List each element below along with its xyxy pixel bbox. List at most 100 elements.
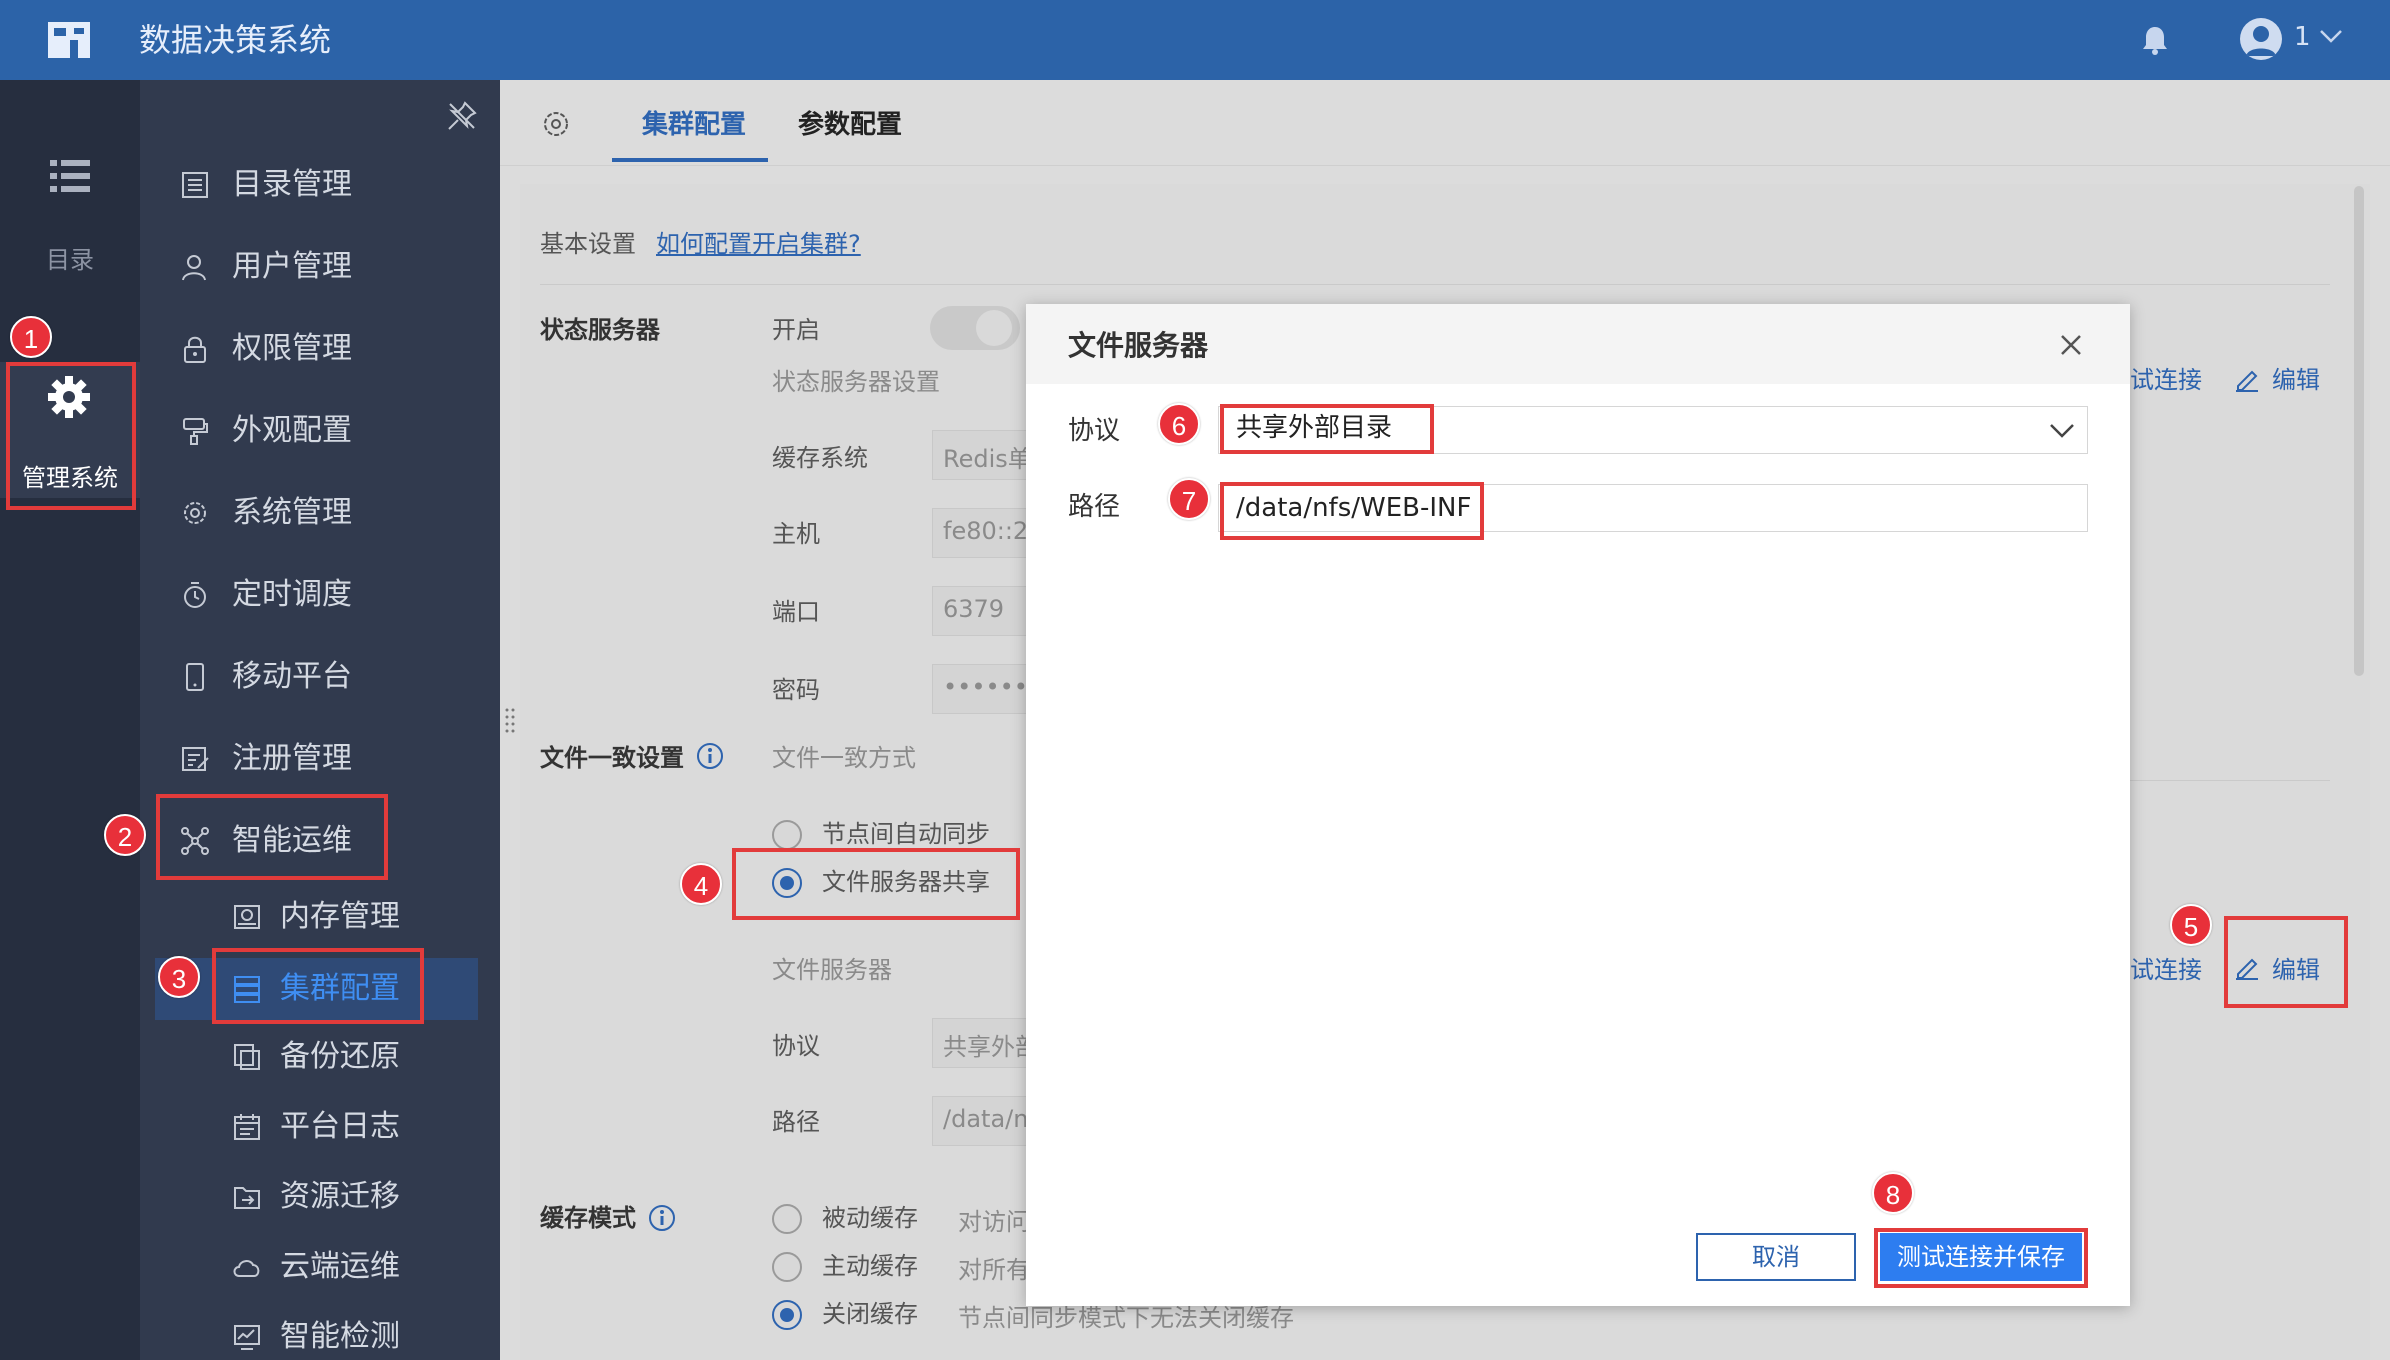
- host-label: 主机: [772, 520, 820, 548]
- callout-badge: 1: [10, 316, 52, 358]
- cache-mode-heading: 缓存模式: [540, 1204, 636, 1232]
- edit-icon[interactable]: [2234, 366, 2260, 392]
- menu-item-label: 备份还原: [280, 1039, 400, 1074]
- callout-badge: 7: [1168, 478, 1210, 520]
- catalog-icon: [182, 172, 208, 198]
- dialog-title: 文件服务器: [1068, 329, 1209, 362]
- test-connection-link[interactable]: 试连接: [2130, 364, 2202, 396]
- close-cache-radio[interactable]: [772, 1300, 802, 1330]
- log-icon: [234, 1114, 260, 1140]
- sync-radio[interactable]: [772, 820, 802, 850]
- migrate-icon: [234, 1187, 260, 1209]
- password-label: 密码: [772, 676, 820, 704]
- menu-item-label: 系统管理: [232, 495, 352, 530]
- passive-cache-desc: 对访问: [958, 1208, 1030, 1236]
- monitor-icon: [234, 1325, 260, 1350]
- mobile-icon: [186, 663, 204, 691]
- port-label: 端口: [772, 598, 820, 626]
- tab-cluster-config[interactable]: 集群配置: [642, 108, 746, 142]
- register-icon: [182, 747, 209, 771]
- menu-item-schedule[interactable]: 定时调度: [140, 560, 500, 630]
- menu-item-catalog[interactable]: 目录管理: [140, 150, 500, 220]
- settings-gear-icon[interactable]: [540, 108, 572, 140]
- callout-box: [156, 794, 388, 880]
- dialog-protocol-label: 协议: [1068, 416, 1121, 446]
- user-name[interactable]: 1: [2294, 22, 2311, 52]
- brush-icon: [183, 418, 208, 445]
- menu-item-register[interactable]: 注册管理: [140, 724, 500, 794]
- file-consistency-mode-label: 文件一致方式: [772, 744, 916, 772]
- active-cache-desc: 对所有: [958, 1256, 1030, 1284]
- sub-item-cloud[interactable]: 云端运维: [140, 1236, 500, 1298]
- protocol-label: 协议: [772, 1032, 820, 1060]
- memory-icon: [234, 905, 260, 929]
- state-server-settings-label: 状态服务器设置: [772, 368, 940, 396]
- timer-icon: [184, 582, 206, 608]
- menu-item-label: 移动平台: [232, 659, 352, 694]
- sub-item-backup[interactable]: 备份还原: [140, 1026, 500, 1088]
- edit-link[interactable]: 编辑: [2272, 364, 2320, 396]
- file-consistency-heading: 文件一致设置: [540, 744, 684, 772]
- sub-item-memory[interactable]: 内存管理: [140, 886, 500, 948]
- dialog-path-label: 路径: [1068, 492, 1121, 522]
- menu-item-permissions[interactable]: 权限管理: [140, 314, 500, 384]
- sync-option-label[interactable]: 节点间自动同步: [822, 818, 990, 850]
- menu-item-label: 权限管理: [232, 331, 352, 366]
- callout-badge: 8: [1872, 1172, 1914, 1214]
- tab-param-config[interactable]: 参数配置: [798, 108, 902, 142]
- menu-item-users[interactable]: 用户管理: [140, 232, 500, 302]
- rail-catalog-label[interactable]: 目录: [0, 240, 140, 275]
- menu-item-label: 资源迁移: [280, 1179, 400, 1214]
- cache-system-label: 缓存系统: [772, 444, 868, 472]
- menu-item-label: 智能检测: [280, 1319, 400, 1354]
- user-icon: [182, 255, 206, 281]
- sub-item-migrate[interactable]: 资源迁移: [140, 1166, 500, 1228]
- close-cache-desc: 节点间同步模式下无法关闭缓存: [958, 1304, 1294, 1332]
- callout-badge: 6: [1158, 403, 1200, 445]
- info-icon[interactable]: [696, 742, 724, 770]
- file-server-dialog: [1026, 304, 2130, 1306]
- callout-badge: 2: [104, 814, 146, 856]
- state-server-toggle[interactable]: [930, 306, 1020, 350]
- close-icon[interactable]: [2056, 330, 2086, 360]
- bell-icon[interactable]: [2140, 24, 2170, 56]
- info-icon[interactable]: [648, 1204, 676, 1232]
- sub-item-logs[interactable]: 平台日志: [140, 1096, 500, 1158]
- sub-item-monitor[interactable]: 智能检测: [140, 1306, 500, 1360]
- cancel-button[interactable]: 取消: [1696, 1233, 1856, 1281]
- active-cache-label[interactable]: 主动缓存: [822, 1250, 918, 1282]
- menu-item-label: 目录管理: [232, 167, 352, 202]
- scrollbar[interactable]: [2354, 186, 2364, 676]
- drag-handle-icon[interactable]: [504, 706, 516, 734]
- callout-badge: 5: [2170, 904, 2212, 946]
- state-server-heading: 状态服务器: [540, 316, 660, 344]
- top-bar: [0, 0, 2390, 80]
- pin-icon[interactable]: [446, 100, 478, 132]
- chevron-down-icon[interactable]: [2048, 418, 2076, 442]
- divider: [540, 284, 2330, 285]
- tab-bar: [500, 80, 2390, 166]
- file-server-sub-label: 文件服务器: [772, 956, 892, 984]
- callout-box: [2224, 916, 2348, 1008]
- passive-cache-label[interactable]: 被动缓存: [822, 1202, 918, 1234]
- menu-item-mobile[interactable]: 移动平台: [140, 642, 500, 712]
- basic-settings-label: 基本设置: [540, 230, 636, 258]
- callout-box: [1874, 1228, 2088, 1288]
- menu-item-label: 云端运维: [280, 1249, 400, 1284]
- avatar[interactable]: [2240, 18, 2282, 60]
- active-cache-radio[interactable]: [772, 1252, 802, 1282]
- close-cache-label[interactable]: 关闭缓存: [822, 1298, 918, 1330]
- callout-badge: 3: [158, 956, 200, 998]
- menu-item-label: 内存管理: [280, 899, 400, 934]
- active-tab-indicator: [612, 158, 768, 162]
- chevron-down-icon[interactable]: [2318, 26, 2344, 46]
- callout-box: [1220, 482, 1484, 540]
- passive-cache-radio[interactable]: [772, 1204, 802, 1234]
- how-to-cluster-link[interactable]: 如何配置开启集群?: [656, 228, 861, 260]
- menu-item-system[interactable]: 系统管理: [140, 478, 500, 548]
- menu-item-appearance[interactable]: 外观配置: [140, 396, 500, 466]
- test-connection-link[interactable]: 试连接: [2130, 954, 2202, 986]
- menu-item-label: 定时调度: [232, 577, 352, 612]
- list-icon[interactable]: [50, 158, 90, 194]
- backup-icon: [234, 1044, 260, 1070]
